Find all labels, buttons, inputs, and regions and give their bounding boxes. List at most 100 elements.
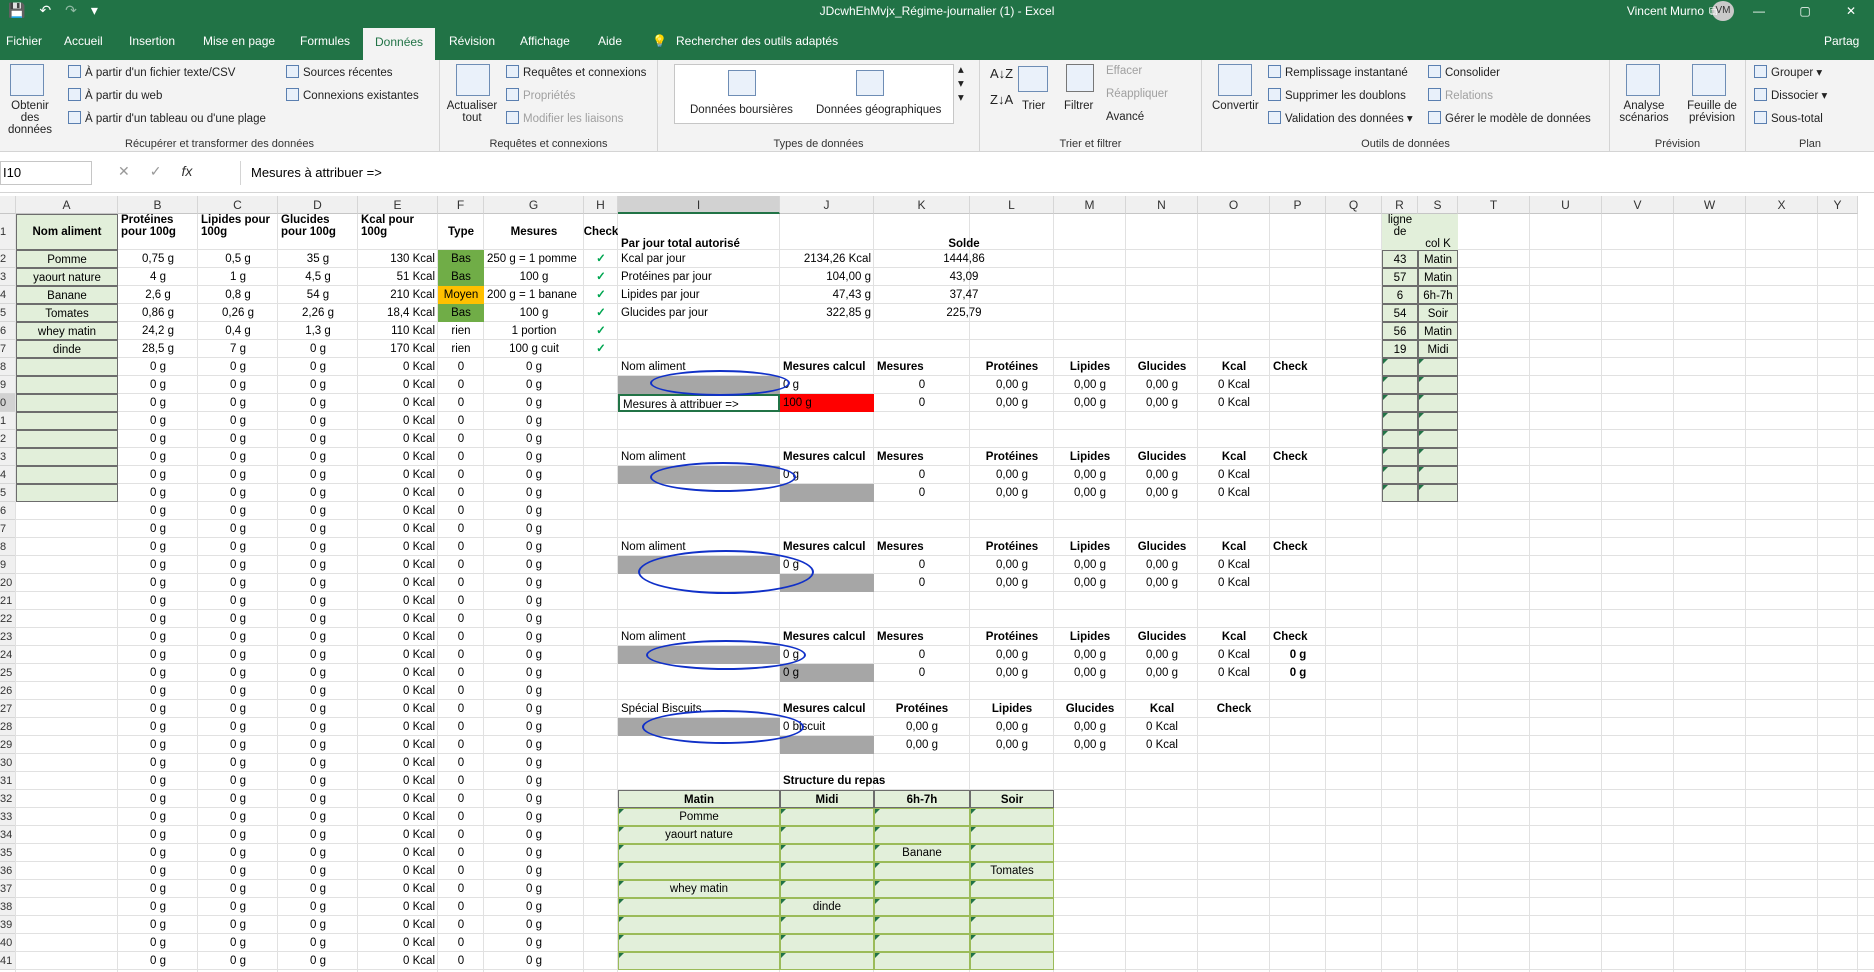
column-header-n[interactable]: N [1126,196,1198,214]
row-header[interactable]: 26 [0,682,16,700]
tell-me-search[interactable]: Rechercher des outils adaptés [672,30,842,60]
column-header-r[interactable]: R [1382,196,1418,214]
row-header[interactable]: 29 [0,736,16,754]
from-web-button[interactable]: À partir du web [68,88,162,102]
subtotal-button[interactable]: Sous-total [1754,111,1823,125]
column-header-w[interactable]: W [1674,196,1746,214]
column-header-d[interactable]: D [278,196,358,214]
row-header[interactable]: 6 [0,502,16,520]
row-header[interactable]: 8 [0,538,16,556]
column-header-c[interactable]: C [198,196,278,214]
row-header[interactable]: 0 [0,394,16,412]
row-header[interactable]: 40 [0,934,16,952]
row-header[interactable]: 33 [0,808,16,826]
tab-formules[interactable]: Formules [296,30,354,60]
row-header[interactable]: 30 [0,754,16,772]
row-header[interactable]: 23 [0,628,16,646]
row-header[interactable]: 9 [0,376,16,394]
row-header[interactable]: 27 [0,700,16,718]
relations-button[interactable]: Relations [1428,88,1493,102]
get-data-button[interactable]: Obtenir des données [2,100,58,136]
row-header[interactable]: 39 [0,916,16,934]
flash-fill-button[interactable]: Remplissage instantané [1268,65,1408,79]
existing-connections-button[interactable]: Connexions existantes [286,88,419,102]
edit-links-button[interactable]: Modifier les liaisons [506,111,623,125]
what-if-button[interactable]: Analyse scénarios [1616,100,1672,124]
queries-connections-button[interactable]: Requêtes et connexions [506,65,646,79]
clear-button[interactable]: Effacer [1106,65,1142,77]
tab-aide[interactable]: Aide [594,30,626,60]
row-header[interactable]: 1 [0,412,16,430]
sort-za-icon[interactable]: Z↓A [990,92,1013,107]
column-header-x[interactable]: X [1746,196,1818,214]
row-header[interactable]: 3 [0,448,16,466]
ribbon-display-icon[interactable]: ⧉ [1690,0,1736,22]
row-header[interactable]: 28 [0,718,16,736]
share-button[interactable]: Partag [1820,30,1863,60]
column-header-l[interactable]: L [970,196,1054,214]
tab-mise-en-page[interactable]: Mise en page [199,30,279,60]
close-button[interactable]: ✕ [1828,0,1874,22]
row-header[interactable]: 21 [0,592,16,610]
row-header[interactable]: 3 [0,268,16,286]
row-header[interactable]: 24 [0,646,16,664]
column-header-p[interactable]: P [1270,196,1326,214]
row-header[interactable]: 7 [0,340,16,358]
column-header-v[interactable]: V [1602,196,1674,214]
insert-function-icon[interactable]: fx [181,163,192,180]
row-header[interactable]: 1 [0,214,16,250]
column-header-y[interactable]: Y [1818,196,1858,214]
row-header[interactable]: 41 [0,952,16,970]
enter-icon[interactable]: ✓ [150,163,162,180]
column-header-h[interactable]: H [584,196,618,214]
column-header-t[interactable]: T [1458,196,1530,214]
from-csv-button[interactable]: À partir d'un fichier texte/CSV [68,65,235,79]
remove-duplicates-button[interactable]: Supprimer les doublons [1268,88,1406,102]
column-header-u[interactable]: U [1530,196,1602,214]
column-header-b[interactable]: B [118,196,198,214]
stocks-button[interactable]: Données boursières [690,104,793,116]
row-header[interactable]: 5 [0,484,16,502]
gallery-scroll-icon[interactable]: ▴ ▾ ▾ [958,62,964,104]
group-button[interactable]: Grouper ▾ [1754,65,1822,79]
tab-fichier[interactable]: Fichier [2,30,46,60]
row-header[interactable]: 38 [0,898,16,916]
column-header-i[interactable]: I [618,196,780,214]
formula-input[interactable]: Mesures à attribuer => [240,161,1874,185]
row-header[interactable]: 25 [0,664,16,682]
maximize-button[interactable]: ▢ [1782,0,1828,22]
recent-sources-button[interactable]: Sources récentes [286,65,393,79]
properties-button[interactable]: Propriétés [506,88,575,102]
data-validation-button[interactable]: Validation des données ▾ [1268,111,1413,125]
row-header[interactable]: 34 [0,826,16,844]
from-table-button[interactable]: À partir d'un tableau ou d'une plage [68,111,266,125]
forecast-sheet-button[interactable]: Feuille de prévision [1682,100,1742,124]
row-header[interactable]: 8 [0,358,16,376]
data-model-button[interactable]: Gérer le modèle de données [1428,111,1591,125]
row-header[interactable]: 4 [0,286,16,304]
column-header-f[interactable]: F [438,196,484,214]
advanced-button[interactable]: Avancé [1106,111,1144,123]
column-header-j[interactable]: J [780,196,874,214]
row-header[interactable]: 35 [0,844,16,862]
consolidate-button[interactable]: Consolider [1428,65,1500,79]
sort-button[interactable]: Trier [1022,100,1045,112]
row-header[interactable]: 31 [0,772,16,790]
column-header-s[interactable]: S [1418,196,1458,214]
column-header-q[interactable]: Q [1326,196,1382,214]
row-header[interactable]: 9 [0,556,16,574]
convert-button[interactable]: Convertir [1212,100,1259,112]
row-header[interactable]: 20 [0,574,16,592]
row-header[interactable]: 22 [0,610,16,628]
filter-button[interactable]: Filtrer [1064,100,1093,112]
row-header[interactable]: 2 [0,250,16,268]
geography-button[interactable]: Données géographiques [816,104,941,116]
reapply-button[interactable]: Réappliquer [1106,88,1168,100]
tab-accueil[interactable]: Accueil [60,30,107,60]
row-header[interactable]: 36 [0,862,16,880]
column-header-o[interactable]: O [1198,196,1270,214]
row-header[interactable]: 5 [0,304,16,322]
row-header[interactable]: 32 [0,790,16,808]
row-header[interactable]: 37 [0,880,16,898]
minimize-button[interactable]: — [1736,0,1782,22]
